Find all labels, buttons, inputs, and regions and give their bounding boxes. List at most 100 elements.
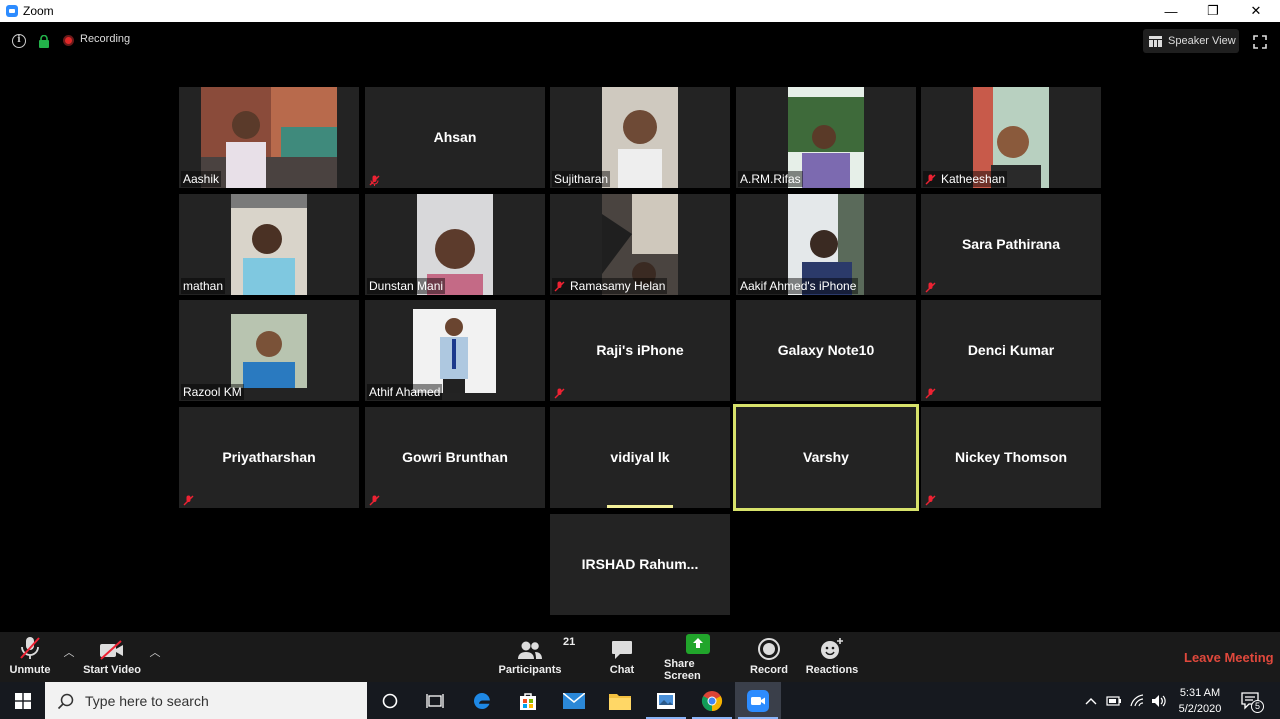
photos-icon <box>657 692 675 709</box>
record-icon <box>758 638 780 660</box>
meeting-toolbar: Unmute ︿ Start Video ︿ 21 Participants C… <box>0 632 1280 682</box>
info-icon[interactable]: i <box>12 34 26 48</box>
participant-tile-varshy[interactable]: Varshy <box>733 404 919 511</box>
participant-tile-vidiyal[interactable]: vidiyal lk <box>550 407 730 508</box>
participant-name-tag: Sujitharan <box>552 171 611 187</box>
fullscreen-icon[interactable] <box>1253 35 1267 49</box>
muted-mic-icon <box>183 495 194 506</box>
speaker-view-label: Speaker View <box>1168 35 1236 47</box>
reactions-smiley-icon <box>821 638 843 659</box>
muted-mic-icon <box>369 495 380 506</box>
mail-app[interactable] <box>551 682 597 719</box>
record-button[interactable]: Record <box>750 632 788 682</box>
participant-tile-aashik[interactable]: Aashik <box>179 87 359 188</box>
close-button[interactable]: ✕ <box>1235 0 1277 22</box>
speaker-view-button[interactable]: Speaker View <box>1143 29 1239 53</box>
start-button[interactable] <box>0 682 45 719</box>
mail-envelope-icon <box>563 692 585 709</box>
start-video-button[interactable]: Start Video <box>82 632 142 682</box>
store-app[interactable] <box>505 682 551 719</box>
muted-mic-icon <box>925 495 936 506</box>
cortana-button[interactable] <box>367 682 413 719</box>
participant-tile-mathan[interactable]: mathan <box>179 194 359 295</box>
participant-tile-dunstan[interactable]: Dunstan Mani <box>365 194 545 295</box>
zoom-app[interactable] <box>735 682 781 719</box>
speaker-view-icon <box>1149 35 1162 47</box>
participant-mute-tag <box>923 494 943 507</box>
participant-name-tag: Ramasamy Helan <box>552 278 668 294</box>
leave-meeting-button[interactable]: Leave Meeting <box>1184 650 1274 665</box>
unmute-button[interactable]: Unmute <box>6 632 54 682</box>
window-title: Zoom <box>23 4 54 18</box>
participant-tile-katheeshan[interactable]: Katheeshan <box>921 87 1101 188</box>
participant-tile-priyatharshan[interactable]: Priyatharshan <box>179 407 359 508</box>
window-titlebar: Zoom — ❐ ✕ <box>0 0 1280 22</box>
chat-label: Chat <box>609 664 635 676</box>
battery-icon <box>1106 695 1121 706</box>
minimize-button[interactable]: — <box>1150 0 1192 22</box>
participant-tile-galaxy[interactable]: Galaxy Note10 <box>736 300 916 401</box>
muted-mic-icon <box>925 282 936 293</box>
chevron-up-icon <box>1085 697 1097 704</box>
meeting-topbar: i Recording Speaker View <box>0 22 1280 60</box>
start-video-label: Start Video <box>83 664 141 676</box>
participant-tile-gowri[interactable]: Gowri Brunthan <box>365 407 545 508</box>
volume-tray-button[interactable] <box>1149 682 1169 719</box>
share-screen-button[interactable]: Share Screen <box>664 632 732 682</box>
participant-tile-nickey[interactable]: Nickey Thomson <box>921 407 1101 508</box>
participant-video <box>231 194 307 295</box>
participant-name: Sara Pathirana <box>961 236 1061 252</box>
participant-name-tag: Katheeshan <box>923 171 1008 187</box>
participant-tile-sujitharan[interactable]: Sujitharan <box>550 87 730 188</box>
wifi-tray-button[interactable] <box>1127 682 1147 719</box>
participant-name: Galaxy Note10 <box>777 342 875 358</box>
battery-tray-button[interactable] <box>1104 682 1124 719</box>
participant-tile-ramasamy[interactable]: Ramasamy Helan <box>550 194 730 295</box>
participant-name-tag: Dunstan Mani <box>367 278 446 294</box>
participants-icon <box>518 641 542 659</box>
video-options-chevron-up-icon[interactable]: ︿ <box>148 644 162 659</box>
participant-tile-razool[interactable]: Razool KM <box>179 300 359 401</box>
share-screen-label: Share Screen <box>664 658 701 682</box>
participant-mute-tag <box>181 494 201 507</box>
taskbar-search-box[interactable]: Type here to search <box>45 682 367 719</box>
participant-tile-armrifas[interactable]: A.RM.Rifas <box>736 87 916 188</box>
photos-app[interactable] <box>643 682 689 719</box>
clock-date: 5/2/2020 <box>1178 703 1222 715</box>
audio-options-chevron-up-icon[interactable]: ︿ <box>62 644 76 659</box>
action-center-button[interactable]: 5 <box>1236 682 1266 719</box>
participant-video <box>201 87 337 188</box>
participants-label: Participants <box>498 664 562 676</box>
show-hidden-icons-button[interactable] <box>1082 682 1100 719</box>
encryption-lock-icon[interactable] <box>38 35 50 48</box>
speaking-indicator <box>607 505 673 508</box>
file-explorer-app[interactable] <box>597 682 643 719</box>
participant-name-tag: Athif Ahamed <box>367 384 443 400</box>
participant-tile-athif[interactable]: Athif Ahamed <box>365 300 545 401</box>
taskbar-clock[interactable]: 5:31 AM 5/2/2020 <box>1170 685 1230 717</box>
muted-mic-icon <box>20 637 40 659</box>
reactions-button[interactable]: Reactions <box>806 632 858 682</box>
restore-button[interactable]: ❐ <box>1192 0 1234 22</box>
zoom-app-icon <box>6 5 18 17</box>
participant-tile-ahsan[interactable]: Ahsan <box>365 87 545 188</box>
edge-app[interactable] <box>459 682 505 719</box>
chrome-app[interactable] <box>689 682 735 719</box>
participant-tile-denci[interactable]: Denci Kumar <box>921 300 1101 401</box>
participants-button[interactable]: 21 Participants <box>498 632 576 682</box>
participant-tile-aakif[interactable]: Aakif Ahmed's iPhone <box>736 194 916 295</box>
participant-tile-irshad[interactable]: IRSHAD Rahum... <box>550 514 730 615</box>
muted-mic-icon <box>554 281 565 291</box>
task-view-button[interactable] <box>412 682 458 719</box>
chat-button[interactable]: Chat <box>604 632 640 682</box>
muted-mic-icon <box>369 175 380 186</box>
participant-tile-raji[interactable]: Raji's iPhone <box>550 300 730 401</box>
muted-mic-icon <box>925 388 936 399</box>
participant-name-tag: Razool KM <box>181 384 244 400</box>
record-label: Record <box>750 664 788 676</box>
speaker-volume-icon <box>1152 694 1166 707</box>
folder-icon <box>609 693 631 710</box>
participant-name: IRSHAD Rahum... <box>581 556 699 572</box>
participant-tile-sara[interactable]: Sara Pathirana <box>921 194 1101 295</box>
windows-logo-icon <box>14 692 31 709</box>
